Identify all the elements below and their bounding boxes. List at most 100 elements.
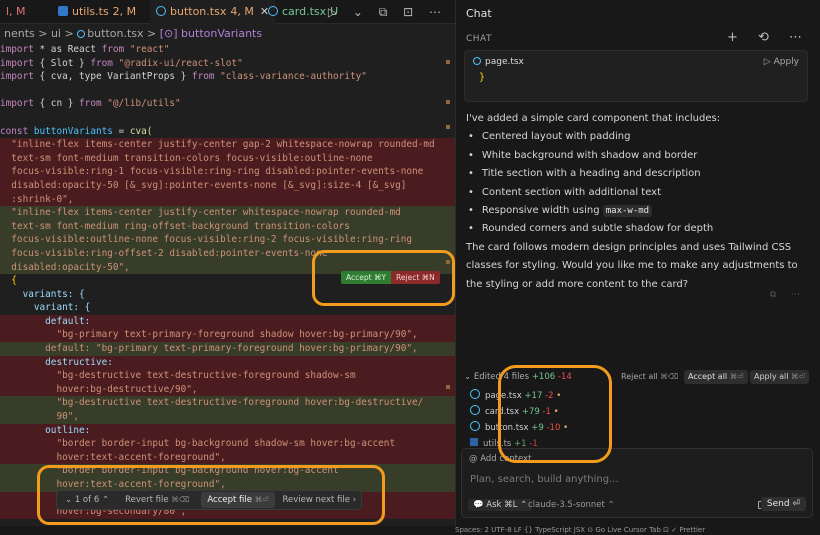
code-line: import { cva, type VariantProps } from "… <box>0 70 455 84</box>
code-line: variants: { <box>0 288 85 300</box>
lines-added: +17 <box>524 391 543 401</box>
code-line: import { cn } from "@/lib/utils" <box>0 97 455 111</box>
deleted-line: disabled:opacity-50 [&_svg]:pointer-even… <box>0 178 455 193</box>
change-marker <box>446 60 450 64</box>
feature-list: Centered layout with padding White backg… <box>466 128 811 238</box>
edited-file-row[interactable]: utils.ts +1 -1 <box>470 436 538 448</box>
review-next-file-button[interactable]: Review next file › <box>275 495 365 505</box>
reject-hunk-button[interactable]: Reject ⌘N <box>391 271 440 284</box>
send-button[interactable]: Send ⏎ <box>760 497 806 511</box>
mode-selector[interactable]: 💬 Ask ⌘L ⌃ <box>468 499 533 511</box>
lines-added: +106 <box>531 372 556 382</box>
added-line: "inline-flex items-center justify-center… <box>0 206 455 220</box>
code-line: variant: { <box>0 302 91 314</box>
revert-file-button[interactable]: Revert file ⌘⌫ <box>117 495 197 505</box>
edited-file-row[interactable]: button.tsx +9 -10 • <box>470 420 568 436</box>
deleted-line: :shrink-0", <box>0 192 455 207</box>
code-block-file-label: page.tsx <box>485 57 524 67</box>
modified-dot-icon: • <box>563 423 569 433</box>
apply-all-button[interactable]: Apply all ⌘⏎ <box>750 370 809 384</box>
file-name: card.tsx <box>485 407 520 417</box>
reject-all-label: Reject all <box>621 372 658 381</box>
tab-utils[interactable]: utils.ts 2, M <box>52 0 142 24</box>
breadcrumb-symbol[interactable]: [⊙] buttonVariants <box>160 27 262 40</box>
string: "@radix-ui/react-slot" <box>112 57 243 69</box>
typescript-file-icon <box>58 6 68 16</box>
breadcrumb-path[interactable]: nents > ui > <box>4 27 77 40</box>
keyword: const <box>0 125 29 137</box>
change-marker <box>446 125 450 129</box>
hunk-counter[interactable]: ⌄ 1 of 6 ⌃ <box>57 495 117 505</box>
lines-added: +79 <box>521 407 540 417</box>
shortcut-hint: ⌘⏎ <box>791 372 805 381</box>
chat-subtitle: CHAT <box>466 34 493 44</box>
editor-toolbar-icons[interactable]: ▷ ⌄ ⧉ ⊡ ⋯ <box>328 0 447 24</box>
keyword: import <box>0 44 34 55</box>
lines-removed: -14 <box>557 372 572 382</box>
code-text: = <box>112 125 130 137</box>
list-item: Centered layout with padding <box>466 128 811 146</box>
revert-label: Revert file <box>125 495 169 505</box>
code-text: { cva, type VariantProps } <box>33 71 192 83</box>
add-context-button[interactable]: @ Add context <box>469 454 531 464</box>
added-line: focus-visible:outline-none focus-visible… <box>0 233 455 247</box>
string: "class-variance-authority" <box>214 71 367 83</box>
deleted-line: "inline-flex items-center justify-center… <box>0 138 455 152</box>
code-block-filename: page.tsx <box>473 57 524 67</box>
react-file-icon <box>473 57 481 65</box>
list-item: Content section with additional text <box>466 184 811 202</box>
keyword: from <box>191 71 215 83</box>
deleted-line: destructive: <box>0 355 455 370</box>
react-file-icon <box>470 405 480 415</box>
chat-title: Chat <box>466 7 492 20</box>
code-editor[interactable]: l, M utils.ts 2, M button.tsx 4, M ✕ card.t… <box>0 0 455 535</box>
chat-panel: Chat CHAT + ⟲ ⋯ page.tsx ▷ Apply } I've … <box>455 0 820 526</box>
edited-file-row[interactable]: card.tsx +79 -1 • <box>470 404 559 420</box>
accept-file-button[interactable]: Accept file ⌘⏎ <box>201 492 275 508</box>
message-actions[interactable]: ⧉ ⋯ <box>770 290 806 300</box>
chat-input[interactable] <box>470 472 800 486</box>
keyword: from <box>90 57 113 69</box>
accept-all-button[interactable]: Accept all ⌘⏎ <box>684 370 748 384</box>
deleted-line: hover:bg-destructive/90", <box>0 382 455 397</box>
file-name: utils.ts <box>483 439 512 448</box>
accept-hunk-button[interactable]: Accept ⌘Y <box>341 271 392 284</box>
shortcut-hint: ⌘⌫ <box>660 372 679 381</box>
change-marker <box>446 385 450 389</box>
keyword: import <box>0 71 34 83</box>
assistant-message: I've added a simple card component that … <box>466 110 811 294</box>
deleted-line: "bg-primary text-primary-foreground shad… <box>0 328 455 343</box>
status-bar: Spaces: 2 UTF-8 LF {} TypeScript JSX ⊙ G… <box>0 526 820 535</box>
code-block-content: } <box>479 72 486 83</box>
shortcut-hint: ⌘⏎ <box>254 495 269 504</box>
list-item-text: Responsive width using <box>481 205 603 217</box>
tab-label: card.tsx <box>282 5 327 18</box>
breadcrumb-sep: > <box>143 27 160 40</box>
code-text: { cn } <box>33 98 80 110</box>
added-line: default: "bg-primary text-primary-foregr… <box>0 342 455 356</box>
reject-all-button[interactable]: Reject all ⌘⌫ <box>617 370 682 384</box>
breadcrumb[interactable]: nents > ui > button.tsx > [⊙] buttonVari… <box>0 25 262 43</box>
lines-removed: -10 <box>546 423 561 433</box>
change-marker <box>446 260 450 264</box>
apply-button[interactable]: ▷ Apply <box>764 57 799 67</box>
edited-file-row[interactable]: page.tsx +17 -2 • <box>470 388 561 404</box>
deleted-line: "border border-input bg-background shado… <box>0 437 455 451</box>
breadcrumb-file[interactable]: button.tsx <box>87 27 143 40</box>
deleted-line: "bg-destructive text-destructive-foregro… <box>0 369 455 383</box>
tab-partial[interactable]: l, M <box>0 0 32 24</box>
deleted-line: focus-visible:ring-1 focus-visible:ring-… <box>0 165 455 179</box>
edited-files-toggle[interactable]: ⌄ Edited 4 files <box>464 372 529 382</box>
chat-toolbar-icons[interactable]: + ⟲ ⋯ <box>727 30 810 45</box>
deleted-line: text-sm font-medium transition-colors fo… <box>0 151 455 166</box>
tab-button[interactable]: button.tsx 4, M ✕ <box>150 0 276 24</box>
shortcut-hint: ⌘⏎ <box>729 372 744 381</box>
function-call: cva( <box>129 125 153 137</box>
chat-composer: @ Add context 💬 Ask ⌘L ⌃ claude-3.5-sonn… <box>461 448 813 518</box>
list-item: Rounded corners and subtle shadow for de… <box>466 220 811 238</box>
string: "@/lib/utils" <box>101 98 181 110</box>
lines-removed: -1 <box>542 407 551 417</box>
model-selector[interactable]: claude-3.5-sonnet ⌃ <box>528 500 615 510</box>
modified-dot-icon: • <box>553 407 559 417</box>
code-block-card: page.tsx ▷ Apply } <box>464 50 808 102</box>
